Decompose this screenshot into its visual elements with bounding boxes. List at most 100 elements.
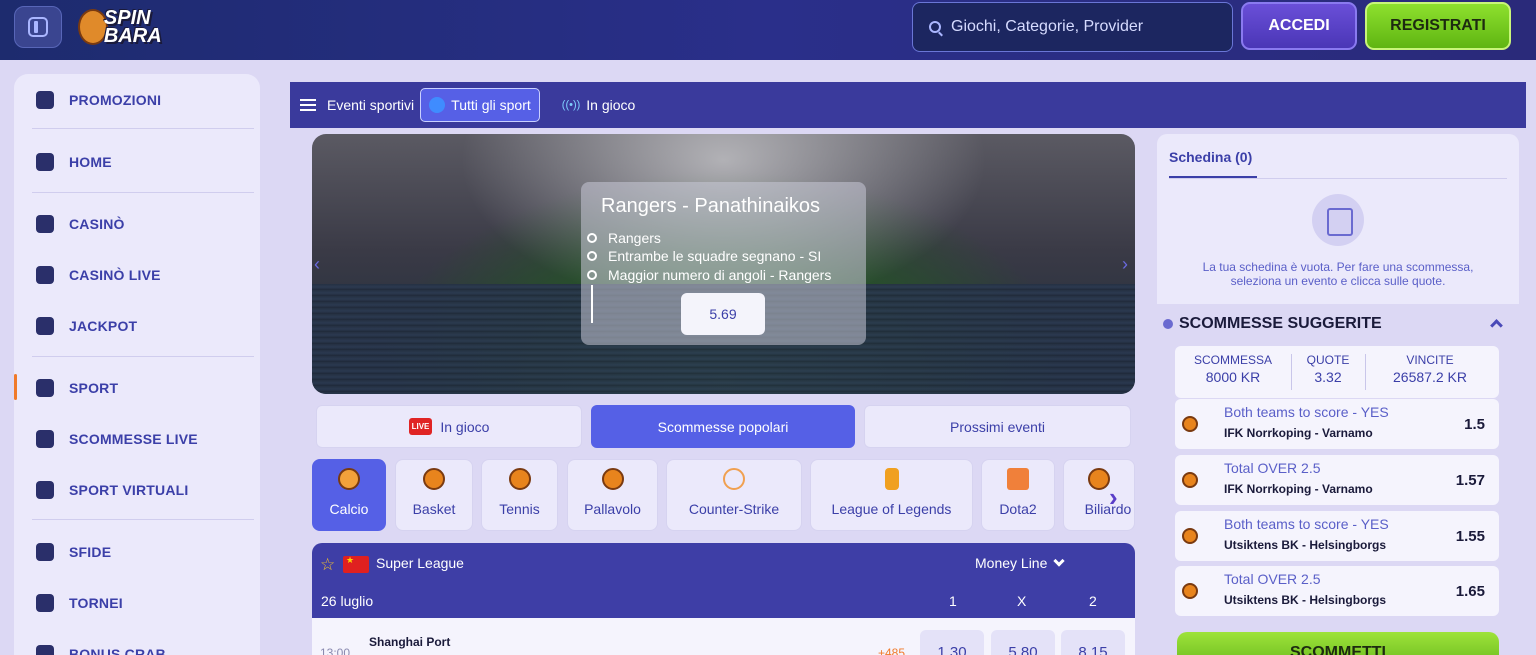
live-bet-icon: [36, 430, 54, 448]
active-tab-indicator: [1169, 176, 1257, 178]
sidebar-item-casino[interactable]: CASINÒ: [14, 202, 260, 246]
sport-chip-counter-strike[interactable]: Counter-Strike: [666, 459, 802, 531]
tab-in-gioco[interactable]: LIVE In gioco: [316, 405, 582, 448]
globe-icon: [429, 97, 446, 113]
bet-slip-tab[interactable]: Schedina (0): [1169, 149, 1252, 165]
star-icon[interactable]: ☆: [320, 555, 335, 575]
sport-chip-label: Pallavolo: [584, 501, 641, 517]
home-team: Shanghai Port: [369, 635, 451, 649]
sport-chip-pallavolo[interactable]: Pallavolo: [567, 459, 658, 531]
sidebar-item-casino-live[interactable]: CASINÒ LIVE: [14, 253, 260, 297]
divider: [1365, 354, 1366, 390]
summary-winnings: VINCITE 26587.2 KR: [1371, 353, 1489, 385]
live-nav-label: In gioco: [586, 97, 636, 113]
odd-button-x[interactable]: 5.80: [991, 630, 1055, 655]
summary-key: SCOMMESSA: [1193, 353, 1272, 367]
sport-chip-league-of-legends[interactable]: League of Legends: [810, 459, 973, 531]
soccer-ball-icon: [1182, 583, 1198, 599]
search-icon: [929, 21, 941, 33]
billiard-ball-icon: [1088, 468, 1110, 490]
sport-chip-biliardo[interactable]: Biliardo: [1063, 459, 1135, 531]
sidebar-item-scommesse-live[interactable]: SCOMMESSE LIVE: [14, 417, 260, 461]
sport-chip-label: League of Legends: [831, 501, 952, 517]
sidebar-item-label: CASINÒ LIVE: [69, 267, 161, 283]
sidebar-item-label: SFIDE: [69, 544, 112, 560]
sidebar-item-label: JACKPOT: [69, 318, 138, 334]
login-button[interactable]: ACCEDI: [1241, 2, 1357, 50]
home-icon: [36, 153, 54, 171]
chevron-right-icon[interactable]: ›: [1109, 482, 1118, 513]
summary-key: VINCITE: [1406, 353, 1454, 367]
circle-icon: [587, 233, 597, 243]
suggested-market: Both teams to score - YES: [1224, 404, 1389, 420]
divider: [1291, 354, 1292, 390]
suggested-bet-item[interactable]: Both teams to score - YES Utsiktens BK -…: [1175, 511, 1499, 561]
league-header: ☆ Super League Money Line 26 luglio 1 X …: [312, 543, 1135, 618]
suggested-event: Utsiktens BK - Helsingborgs: [1224, 538, 1387, 552]
suggested-bet-item[interactable]: Total OVER 2.5 Utsiktens BK - Helsingbor…: [1175, 566, 1499, 616]
register-button[interactable]: REGISTRATI: [1365, 2, 1511, 50]
divider: [32, 128, 254, 129]
sidebar-item-sport-virtuali[interactable]: SPORT VIRTUALI: [14, 468, 260, 512]
sport-chip-tennis[interactable]: Tennis: [481, 459, 558, 531]
banner-next-arrow-icon[interactable]: ›: [1122, 254, 1128, 275]
search-input[interactable]: Giochi, Categorie, Provider: [912, 2, 1233, 52]
hamburger-icon[interactable]: [300, 99, 316, 111]
live-nav-link[interactable]: ((•)) In gioco: [562, 97, 636, 113]
suggested-event: IFK Norrkoping - Varnamo: [1224, 426, 1373, 440]
market-selector[interactable]: Money Line: [975, 555, 1066, 571]
sidebar-item-label: CASINÒ: [69, 216, 125, 232]
place-bet-button[interactable]: SCOMMETTI: [1177, 632, 1499, 655]
sport-ball-icon: [36, 379, 54, 397]
circle-icon: [587, 270, 597, 280]
sport-nav-bar: Eventi sportivi Tutti gli sport ((•)) In…: [290, 82, 1526, 128]
sport-chip-basket[interactable]: Basket: [395, 459, 473, 531]
sidebar-item-promozioni[interactable]: PROMOZIONI: [14, 78, 260, 122]
promo-banner: ‹ › Rangers - Panathinaikos Rangers Entr…: [312, 134, 1135, 394]
soccer-ball-icon: [1182, 528, 1198, 544]
tennis-ball-icon: [508, 468, 531, 490]
sidebar: PROMOZIONI HOME CASINÒ CASINÒ LIVE JACKP…: [14, 74, 260, 655]
summary-value: 8000 KR: [1205, 369, 1261, 385]
suggested-bet-item[interactable]: Both teams to score - YES IFK Norrkoping…: [1175, 399, 1499, 449]
sidebar-item-tornei[interactable]: TORNEI: [14, 581, 260, 625]
banner-prev-arrow-icon[interactable]: ‹: [314, 254, 320, 275]
odd-button-2[interactable]: 8.15: [1061, 630, 1125, 655]
summary-stake: SCOMMESSA 8000 KR: [1185, 353, 1281, 385]
featured-selection: Rangers: [587, 230, 661, 246]
column-header-x: X: [1017, 593, 1027, 609]
selection-label: Maggior numero di angoli - Rangers: [608, 267, 832, 283]
suggested-bet-item[interactable]: Total OVER 2.5 IFK Norrkoping - Varnamo …: [1175, 455, 1499, 505]
dota2-icon: [1007, 468, 1029, 490]
trophy-icon: [36, 594, 54, 612]
all-sports-button[interactable]: Tutti gli sport: [420, 88, 540, 122]
selection-label: Entrambe le squadre segnano - SI: [608, 248, 822, 264]
tab-scommesse-popolari[interactable]: Scommesse popolari: [591, 405, 855, 448]
featured-match-title: Rangers - Panathinaikos: [601, 195, 821, 217]
tab-prossimi-eventi[interactable]: Prossimi eventi: [864, 405, 1131, 448]
featured-selection: Maggior numero di angoli - Rangers: [587, 267, 831, 283]
sidebar-item-jackpot[interactable]: JACKPOT: [14, 304, 260, 348]
sport-chip-dota2[interactable]: Dota2: [981, 459, 1055, 531]
more-markets-count[interactable]: +485: [878, 646, 905, 655]
odd-button-1[interactable]: 1.30: [920, 630, 984, 655]
chevron-up-icon[interactable]: [1490, 319, 1503, 332]
sidebar-item-bonus-crab[interactable]: BONUS CRAB: [14, 632, 260, 655]
sidebar-item-label: SPORT VIRTUALI: [69, 482, 189, 498]
counter-strike-icon: [723, 468, 745, 490]
sport-chip-calcio[interactable]: Calcio: [312, 459, 386, 531]
tab-label: In gioco: [440, 418, 490, 435]
sports-menu-label[interactable]: Eventi sportivi: [327, 97, 414, 113]
summary-odds: QUOTE 3.32: [1293, 353, 1363, 385]
sidebar-item-home[interactable]: HOME: [14, 140, 260, 184]
sport-chip-label: Calcio: [329, 501, 369, 517]
table-row[interactable]: 13:00 Shanghai Port +485 1.30 5.80 8.15: [312, 618, 1135, 655]
sidebar-toggle-button[interactable]: [14, 6, 62, 48]
challenge-icon: [36, 543, 54, 561]
suggested-odd: 1.55: [1455, 528, 1485, 545]
sidebar-item-sfide[interactable]: SFIDE: [14, 530, 260, 574]
sidebar-item-sport[interactable]: SPORT: [14, 366, 260, 410]
featured-odd-button[interactable]: 5.69: [681, 293, 765, 335]
logo[interactable]: SPIN BARA: [78, 3, 193, 51]
circle-icon: [587, 251, 597, 261]
